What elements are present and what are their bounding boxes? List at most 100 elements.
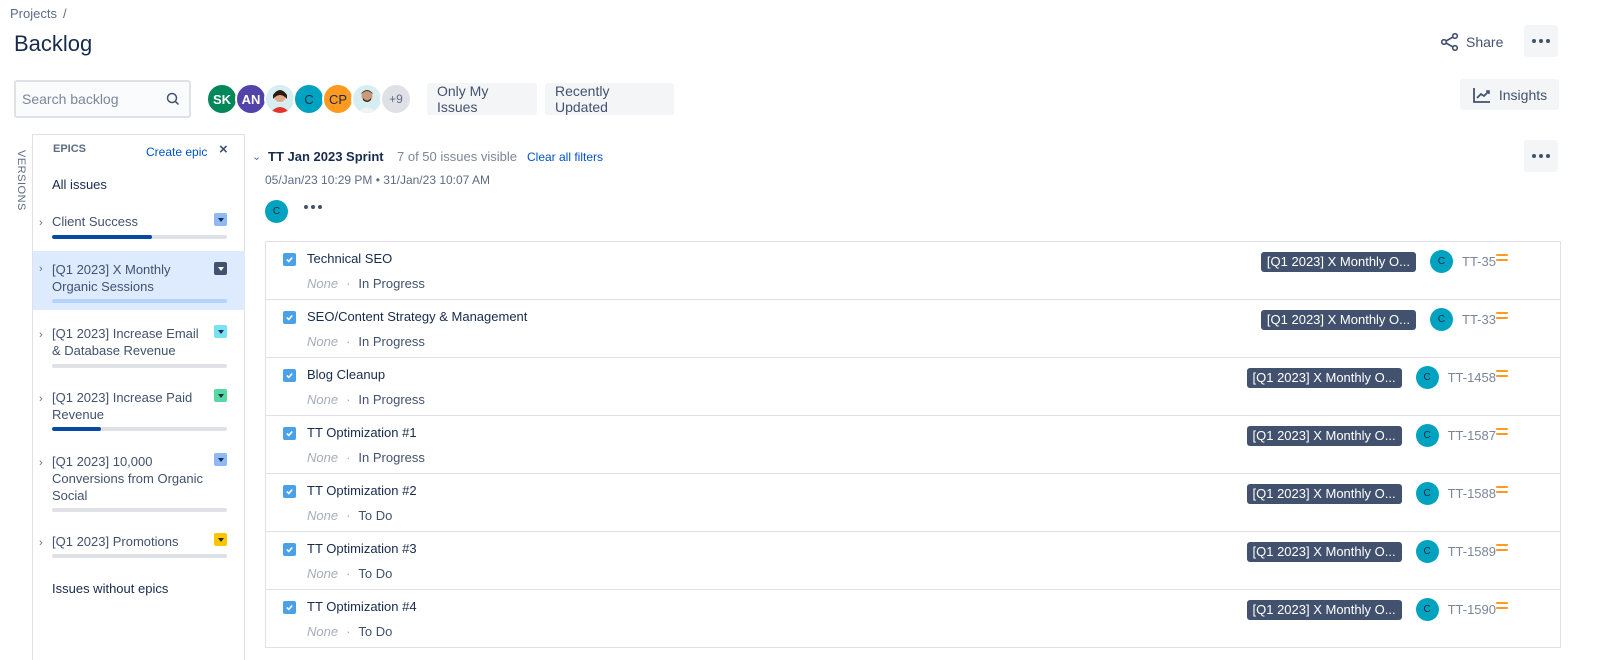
- priority-medium-icon: [1496, 544, 1508, 554]
- issue-row[interactable]: SEO/Content Strategy & Management None · I…: [266, 300, 1560, 358]
- epic-dropdown-icon[interactable]: [214, 325, 227, 338]
- sprint-actions-more-icon[interactable]: [304, 205, 322, 209]
- issue-epic-lozenge[interactable]: [Q1 2023] X Monthly O...: [1246, 483, 1402, 504]
- sprint-issue-count: 7 of 50 issues visible: [397, 149, 517, 164]
- issue-row[interactable]: TT Optimization #2 None · To Do [Q1 2023] …: [266, 474, 1560, 532]
- create-epic-link[interactable]: Create epic: [146, 145, 207, 159]
- issue-key[interactable]: TT-1587: [1448, 428, 1496, 443]
- search-backlog-field[interactable]: [14, 80, 191, 118]
- chevron-right-icon[interactable]: ›: [39, 263, 43, 275]
- issue-assignee-avatar[interactable]: C: [1415, 540, 1439, 563]
- issue-epic-lozenge[interactable]: [Q1 2023] X Monthly O...: [1260, 251, 1416, 272]
- avatar-filter-more[interactable]: +9: [380, 83, 412, 115]
- search-icon: [166, 92, 180, 106]
- issue-row[interactable]: TT Optimization #1 None · In Progress [Q1 …: [266, 416, 1560, 474]
- chevron-right-icon[interactable]: ›: [39, 329, 43, 341]
- issue-meta: None · In Progress: [307, 450, 425, 465]
- versions-tab-label: VERSIONS: [15, 150, 27, 211]
- search-backlog-input[interactable]: [22, 91, 165, 107]
- insights-button[interactable]: Insights: [1460, 79, 1559, 110]
- epic-item-conversions-organic-social[interactable]: › [Q1 2023] 10,000 Conversions from Orga…: [33, 453, 245, 513]
- issue-type-task-icon: [283, 369, 296, 382]
- issue-assignee-avatar[interactable]: C: [1415, 424, 1439, 447]
- issue-right-meta: [Q1 2023] X Monthly O... C TT-33: [1260, 308, 1496, 331]
- avatar-filter-cp[interactable]: CP: [322, 83, 354, 115]
- epic-dropdown-icon[interactable]: [214, 453, 227, 466]
- epic-item-client-success[interactable]: › Client Success: [33, 213, 245, 249]
- epic-dropdown-icon[interactable]: [214, 389, 227, 402]
- epics-panel: EPICS Create epic × All issues › Client …: [32, 134, 245, 660]
- issue-summary: TT Optimization #1: [307, 425, 417, 440]
- epic-filter-issues-without-epics[interactable]: Issues without epics: [52, 581, 168, 596]
- close-icon[interactable]: ×: [219, 141, 228, 158]
- epic-item-increase-paid-revenue[interactable]: › [Q1 2023] Increase Paid Revenue: [33, 389, 245, 433]
- avatar-filter-c[interactable]: C: [293, 83, 325, 115]
- avatar-filter-an[interactable]: AN: [235, 83, 267, 115]
- issue-assignee-avatar[interactable]: C: [1415, 482, 1439, 505]
- breadcrumb-projects-link[interactable]: Projects: [10, 6, 57, 21]
- issue-epic-lozenge[interactable]: [Q1 2023] X Monthly O...: [1246, 425, 1402, 446]
- chevron-right-icon[interactable]: ›: [39, 537, 43, 549]
- issue-version: None: [307, 392, 339, 407]
- issue-row[interactable]: Blog Cleanup None · In Progress [Q1 2023] …: [266, 358, 1560, 416]
- chevron-right-icon[interactable]: ›: [39, 457, 43, 469]
- only-my-issues-filter[interactable]: Only My Issues: [427, 83, 537, 115]
- avatar-initials: C: [304, 91, 314, 107]
- issue-epic-lozenge[interactable]: [Q1 2023] X Monthly O...: [1246, 367, 1402, 388]
- issue-key[interactable]: TT-35: [1462, 254, 1496, 269]
- share-button[interactable]: Share: [1440, 30, 1503, 54]
- versions-tab[interactable]: VERSIONS: [10, 150, 32, 211]
- issue-row[interactable]: TT Optimization #4 None · To Do [Q1 2023] …: [266, 590, 1560, 648]
- avatar-filter-sk[interactable]: SK: [206, 83, 238, 115]
- issue-meta: None · To Do: [307, 624, 392, 639]
- issue-summary: TT Optimization #3: [307, 541, 417, 556]
- issue-epic-lozenge[interactable]: [Q1 2023] X Monthly O...: [1260, 309, 1416, 330]
- chevron-right-icon[interactable]: ›: [39, 217, 43, 229]
- meta-separator: ·: [346, 334, 351, 349]
- issue-summary: Blog Cleanup: [307, 367, 386, 382]
- meta-separator: ·: [346, 566, 351, 581]
- issue-epic-lozenge[interactable]: [Q1 2023] X Monthly O...: [1246, 541, 1402, 562]
- epic-item-increase-email-database-revenue[interactable]: › [Q1 2023] Increase Email & Database Re…: [33, 325, 245, 368]
- issue-assignee-avatar[interactable]: C: [1430, 250, 1453, 273]
- avatar-filter-photo-1[interactable]: [264, 83, 296, 115]
- issue-meta: None · In Progress: [307, 334, 425, 349]
- issue-epic-lozenge[interactable]: [Q1 2023] X Monthly O...: [1246, 599, 1402, 620]
- issue-assignee-avatar[interactable]: C: [1430, 308, 1453, 331]
- recently-updated-filter[interactable]: Recently Updated: [545, 83, 674, 115]
- epic-name: [Q1 2023] Promotions: [52, 534, 179, 549]
- meta-separator: ·: [346, 624, 351, 639]
- issue-key[interactable]: TT-1589: [1448, 544, 1496, 559]
- share-icon: [1440, 32, 1459, 52]
- issue-row[interactable]: Technical SEO None · In Progress [Q1 2023]…: [266, 242, 1560, 300]
- epic-dropdown-icon[interactable]: [214, 213, 227, 226]
- issue-key[interactable]: TT-1458: [1448, 370, 1496, 385]
- epic-dropdown-icon[interactable]: [214, 533, 227, 546]
- avatar-initials: SK: [212, 91, 232, 107]
- sprint-assignee-avatar[interactable]: C: [265, 200, 288, 223]
- issue-meta: None · In Progress: [307, 276, 425, 291]
- issue-key[interactable]: TT-1588: [1448, 486, 1496, 501]
- issue-assignee-avatar[interactable]: C: [1415, 366, 1439, 389]
- epic-item-promotions[interactable]: › [Q1 2023] Promotions: [33, 533, 245, 563]
- issue-version: None: [307, 508, 339, 523]
- epic-name: [Q1 2023] 10,000 Conversions from Organi…: [52, 454, 203, 503]
- avatar-filter-photo-2[interactable]: [351, 83, 383, 115]
- epic-filter-all-issues[interactable]: All issues: [52, 177, 107, 192]
- issue-key[interactable]: TT-33: [1462, 312, 1496, 327]
- header-more-button[interactable]: [1524, 25, 1558, 57]
- sprint-more-button[interactable]: [1524, 140, 1558, 172]
- issue-key[interactable]: TT-1590: [1448, 602, 1496, 617]
- insights-chart-icon: [1472, 87, 1490, 103]
- issue-status: To Do: [358, 566, 393, 581]
- issue-assignee-avatar[interactable]: C: [1415, 598, 1439, 621]
- epic-dropdown-icon[interactable]: [214, 262, 227, 275]
- issue-row[interactable]: TT Optimization #3 None · To Do [Q1 2023] …: [266, 532, 1560, 590]
- epic-item-x-monthly-organic-sessions[interactable]: › [Q1 2023] X Monthly Organic Sessions: [33, 251, 245, 310]
- chevron-right-icon[interactable]: ›: [39, 393, 43, 405]
- clear-all-filters-link[interactable]: Clear all filters: [527, 150, 603, 164]
- user-photo-icon: [270, 90, 290, 113]
- issue-status: To Do: [358, 508, 393, 523]
- issue-meta: None · To Do: [307, 566, 392, 581]
- chevron-down-icon[interactable]: ⌄: [252, 150, 261, 163]
